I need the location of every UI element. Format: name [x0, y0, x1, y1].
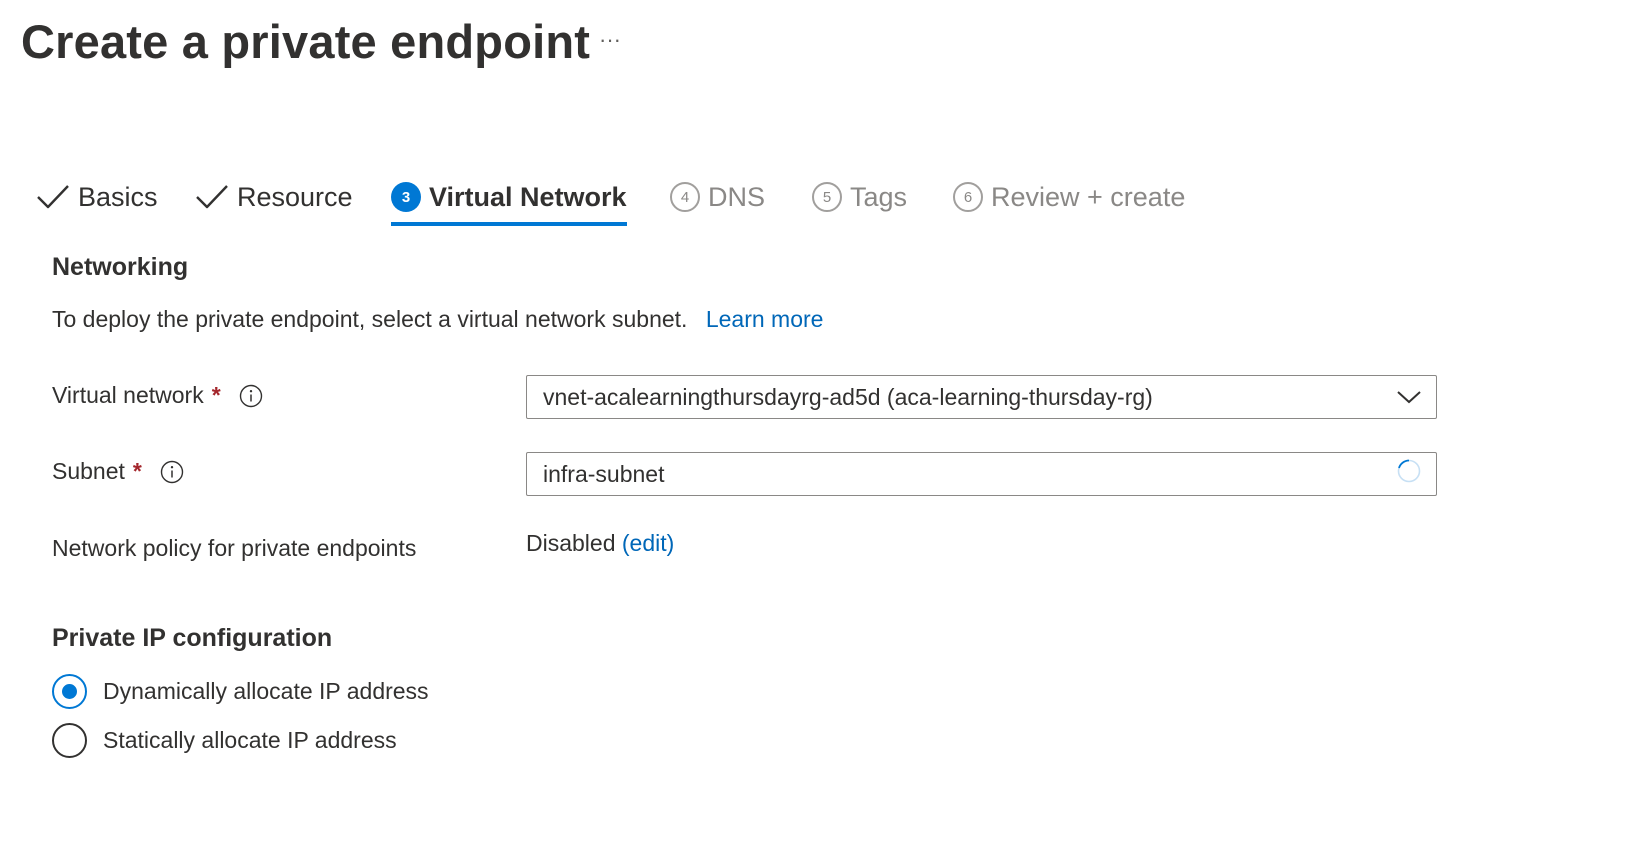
virtual-network-value: vnet-acalearningthursdayrg-ad5d (aca-lea… — [543, 383, 1153, 410]
tab-label: Tags — [850, 181, 908, 212]
step-number: 6 — [953, 182, 983, 212]
radio-dot — [62, 684, 77, 699]
page-title: Create a private endpoint — [21, 15, 591, 68]
tab-label: Virtual Network — [429, 181, 627, 212]
step-number: 3 — [391, 182, 421, 212]
description-text: To deploy the private endpoint, select a… — [52, 306, 688, 332]
step-number-icon: 4 — [670, 182, 700, 212]
networking-description: To deploy the private endpoint, select a… — [52, 306, 823, 333]
learn-more-link[interactable]: Learn more — [706, 306, 824, 332]
virtual-network-label: Virtual network * — [52, 382, 263, 409]
subnet-value: infra-subnet — [543, 460, 665, 487]
private-ip-heading: Private IP configuration — [52, 624, 333, 652]
tab-review-create[interactable]: 6 Review + create — [953, 168, 1185, 226]
networking-heading: Networking — [52, 253, 189, 281]
network-policy-value: Disabled (edit) — [526, 530, 674, 557]
radio-button-checked[interactable] — [52, 674, 87, 709]
info-icon[interactable] — [160, 460, 184, 484]
tab-tags[interactable]: 5 Tags — [812, 168, 907, 226]
virtual-network-label-text: Virtual network — [52, 382, 204, 408]
radio-button-unchecked[interactable] — [52, 723, 87, 758]
step-number-icon: 3 — [391, 182, 421, 212]
subnet-label: Subnet * — [52, 458, 184, 485]
subnet-dropdown[interactable]: infra-subnet — [526, 452, 1437, 496]
required-indicator: * — [211, 382, 221, 408]
network-policy-edit-link[interactable]: (edit) — [622, 530, 674, 556]
radio-dynamic-ip[interactable]: Dynamically allocate IP address — [52, 674, 429, 709]
active-tab-indicator — [391, 222, 627, 226]
tab-basics[interactable]: Basics — [36, 168, 158, 226]
step-number: 4 — [670, 182, 700, 212]
radio-label: Statically allocate IP address — [103, 727, 397, 753]
tab-label: Review + create — [991, 181, 1186, 212]
step-number-icon: 6 — [953, 182, 983, 212]
tab-resource[interactable]: Resource — [195, 168, 353, 226]
subnet-label-text: Subnet — [52, 458, 125, 484]
tab-label: Resource — [237, 181, 353, 212]
tab-label: Basics — [78, 181, 158, 212]
checkmark-icon — [36, 183, 70, 211]
tab-virtual-network[interactable]: 3 Virtual Network — [391, 168, 627, 226]
step-number: 5 — [812, 182, 842, 212]
chevron-down-icon — [1396, 384, 1422, 411]
step-number-icon: 5 — [812, 182, 842, 212]
loading-spinner-icon — [1396, 458, 1422, 490]
tab-label: DNS — [708, 181, 766, 212]
network-policy-label: Network policy for private endpoints — [52, 535, 417, 561]
more-options-button[interactable]: ··· — [590, 22, 630, 62]
radio-static-ip[interactable]: Statically allocate IP address — [52, 723, 397, 758]
virtual-network-dropdown[interactable]: vnet-acalearningthursdayrg-ad5d (aca-lea… — [526, 375, 1437, 419]
checkmark-icon — [195, 183, 229, 211]
required-indicator: * — [132, 458, 142, 484]
radio-label: Dynamically allocate IP address — [103, 678, 429, 704]
tab-dns[interactable]: 4 DNS — [670, 168, 765, 226]
info-icon[interactable] — [239, 384, 263, 408]
network-policy-status: Disabled — [526, 530, 616, 556]
